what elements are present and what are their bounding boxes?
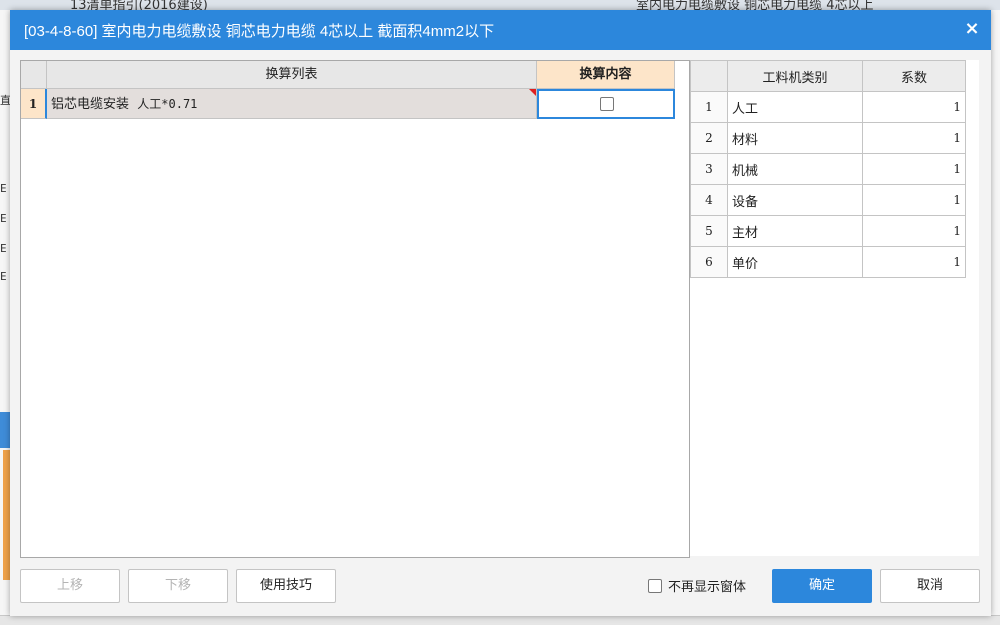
- move-up-button[interactable]: 上移: [20, 569, 120, 603]
- background-bottom-bar: [0, 615, 1000, 625]
- background-mark: E: [0, 270, 7, 283]
- category-cell[interactable]: 机械: [727, 153, 863, 185]
- column-header-category[interactable]: 工料机类别: [727, 60, 863, 92]
- background-header: 13清单指引(2016建设) 室内电力电缆敷设 铜芯电力电缆 4芯以上: [0, 0, 1000, 13]
- conversion-formula: 人工*0.71: [137, 97, 198, 111]
- conversion-list-grid: 换算列表 换算内容 1 铝芯电缆安装 人工*0.71: [20, 60, 690, 558]
- background-blue-tab: [0, 412, 10, 448]
- coefficient-cell[interactable]: 1: [862, 246, 966, 278]
- row-number: 2: [690, 122, 728, 154]
- usage-tips-button[interactable]: 使用技巧: [236, 569, 336, 603]
- dialog-title: [03-4-8-60] 室内电力电缆敷设 铜芯电力电缆 4芯以上 截面积4mm2…: [24, 23, 495, 40]
- row-number: 4: [690, 184, 728, 216]
- move-down-button[interactable]: 下移: [128, 569, 228, 603]
- coefficient-cell[interactable]: 1: [862, 91, 966, 123]
- category-cell[interactable]: 人工: [727, 91, 863, 123]
- coefficient-cell[interactable]: 1: [862, 153, 966, 185]
- category-cell[interactable]: 主材: [727, 215, 863, 247]
- background-mark: E: [0, 182, 7, 195]
- conversion-content-cell[interactable]: [537, 89, 675, 119]
- coefficient-table: 工料机类别 系数 1 人工 1 2 材料 1 3 机械 1 4 设备 1 5 主…: [690, 60, 966, 278]
- conversion-dialog: [03-4-8-60] 室内电力电缆敷设 铜芯电力电缆 4芯以上 截面积4mm2…: [10, 10, 991, 616]
- background-mark: E: [0, 242, 7, 255]
- column-header-coefficient[interactable]: 系数: [862, 60, 966, 92]
- row-number: 1: [690, 91, 728, 123]
- coefficient-header-row: 工料机类别 系数: [690, 60, 966, 92]
- no-show-again-option[interactable]: 不再显示窗体: [648, 576, 746, 596]
- no-show-again-label: 不再显示窗体: [668, 580, 747, 595]
- table-row[interactable]: 5 主材 1: [690, 215, 966, 247]
- table-row[interactable]: 3 机械 1: [690, 153, 966, 185]
- table-row[interactable]: 2 材料 1: [690, 122, 966, 154]
- table-row[interactable]: 1 铝芯电缆安装 人工*0.71: [21, 89, 689, 119]
- grid-corner: [690, 60, 728, 92]
- cancel-button[interactable]: 取消: [880, 569, 980, 603]
- column-header-conversion-list[interactable]: 换算列表: [47, 61, 537, 89]
- conversion-checkbox[interactable]: [600, 97, 614, 111]
- background-mark: 直: [0, 94, 11, 107]
- row-number: 6: [690, 246, 728, 278]
- background-mark: E: [0, 212, 7, 225]
- grid-corner: [21, 61, 47, 89]
- coefficient-cell[interactable]: 1: [862, 122, 966, 154]
- coefficient-cell[interactable]: 1: [862, 215, 966, 247]
- row-number: 3: [690, 153, 728, 185]
- row-number: 1: [21, 89, 47, 119]
- table-row[interactable]: 6 单价 1: [690, 246, 966, 278]
- coefficient-grid: 工料机类别 系数 1 人工 1 2 材料 1 3 机械 1 4 设备 1 5 主…: [690, 60, 979, 556]
- conversion-name: 铝芯电缆安装: [51, 97, 130, 112]
- background-orange-bar: [3, 450, 10, 580]
- ok-button[interactable]: 确定: [772, 569, 872, 603]
- row-number: 5: [690, 215, 728, 247]
- category-cell[interactable]: 设备: [727, 184, 863, 216]
- column-header-conversion-content[interactable]: 换算内容: [537, 61, 675, 89]
- comment-marker-icon: [529, 89, 536, 96]
- no-show-again-checkbox[interactable]: [648, 579, 662, 593]
- category-cell[interactable]: 材料: [727, 122, 863, 154]
- table-row[interactable]: 1 人工 1: [690, 91, 966, 123]
- dialog-titlebar: [03-4-8-60] 室内电力电缆敷设 铜芯电力电缆 4芯以上 截面积4mm2…: [10, 10, 991, 50]
- conversion-name-cell[interactable]: 铝芯电缆安装 人工*0.71: [47, 89, 537, 119]
- conversion-list-header: 换算列表 换算内容: [21, 61, 689, 89]
- category-cell[interactable]: 单价: [727, 246, 863, 278]
- close-icon[interactable]: ×: [961, 18, 983, 40]
- table-row[interactable]: 4 设备 1: [690, 184, 966, 216]
- coefficient-cell[interactable]: 1: [862, 184, 966, 216]
